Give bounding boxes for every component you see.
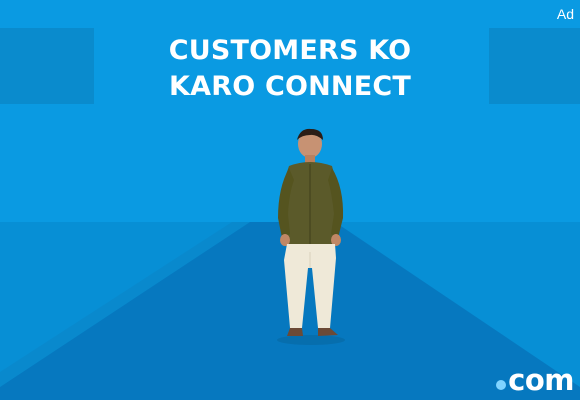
headline: CUSTOMERS KO KARO CONNECT: [0, 33, 580, 105]
ad-label[interactable]: Ad: [557, 6, 574, 22]
person-image: [277, 128, 345, 345]
brand-logo[interactable]: com: [496, 363, 574, 397]
headline-line-2: KARO CONNECT: [169, 71, 411, 102]
logo-dot-icon: [496, 380, 507, 390]
logo-text: com: [508, 363, 574, 397]
headline-line-1: CUSTOMERS KO: [168, 35, 412, 66]
ad-banner[interactable]: CUSTOMERS KO KARO CONNECT Ad com: [0, 0, 580, 400]
